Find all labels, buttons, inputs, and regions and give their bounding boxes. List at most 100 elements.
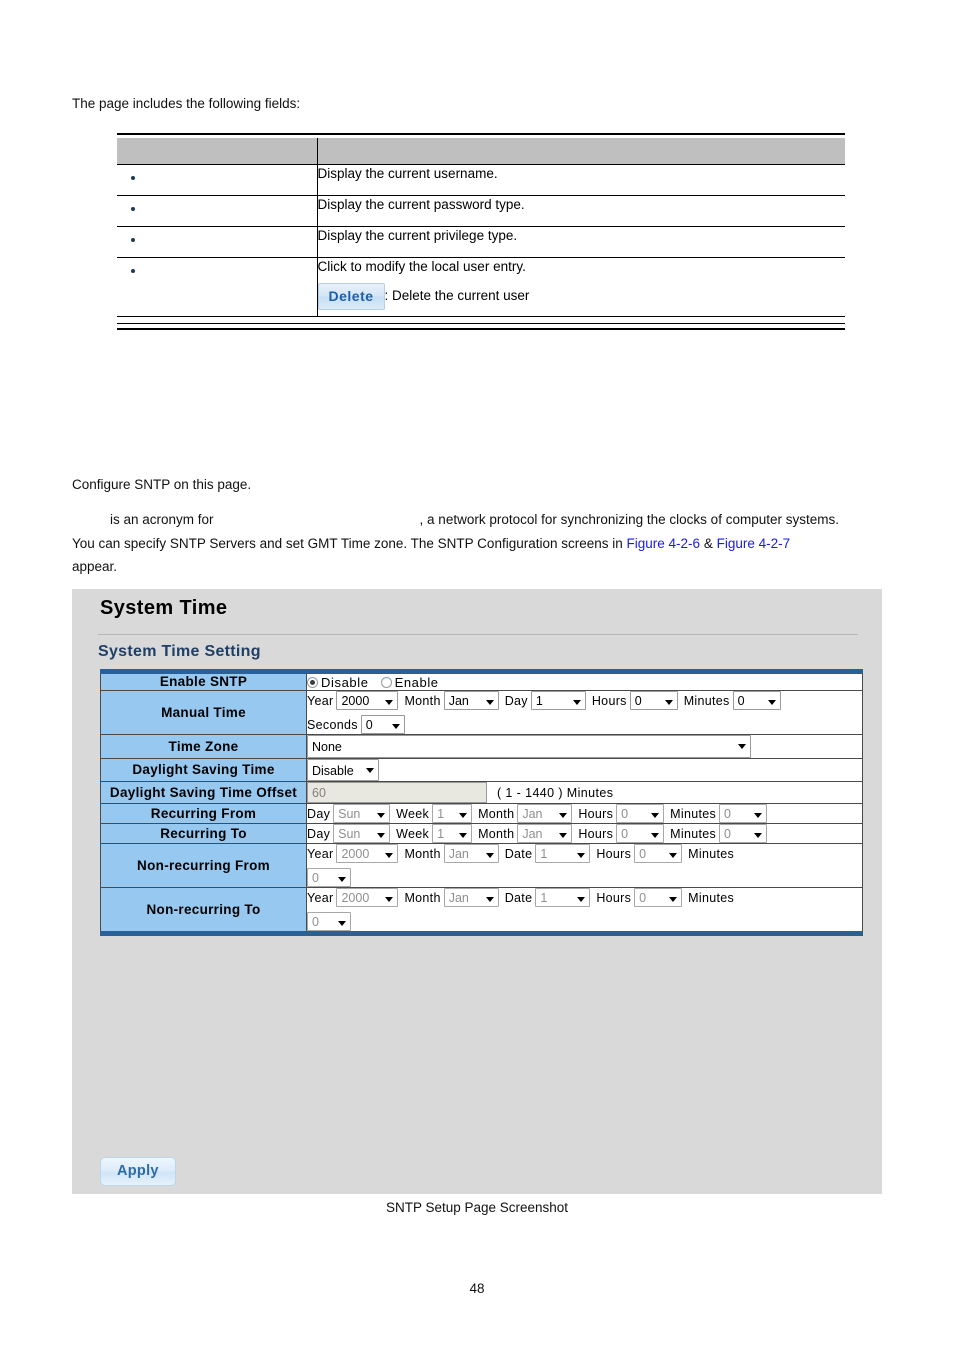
manual-minutes-label: Minutes	[683, 693, 730, 708]
label-recurring-from: Recurring From	[100, 803, 307, 824]
acronym-mid: is an acronym for	[110, 512, 214, 527]
manual-day-select[interactable]: 1	[530, 691, 586, 710]
manual-hours-select[interactable]: 0	[629, 691, 678, 710]
sntp-servers-text: You can specify SNTP Servers and set GMT…	[72, 536, 627, 551]
recurring-to-week-select[interactable]: 1	[432, 824, 473, 843]
recurring-from-hours-select[interactable]: 0	[616, 804, 665, 823]
manual-time-line1: Year 2000 Month Jan Day 1 Hours 0 Minutes 0	[307, 691, 862, 710]
delete-button[interactable]: Delete	[317, 283, 385, 310]
fields-table: Display the current username. Display th…	[117, 138, 845, 317]
label-non-recurring-from: Non-recurring From	[100, 843, 307, 888]
figure-caption: SNTP Setup Page Screenshot	[385, 1200, 569, 1215]
non-recurring-to-hours-label: Hours	[596, 890, 632, 905]
non-recurring-to-month-select[interactable]: Jan	[443, 888, 499, 907]
recurring-to-hours-select[interactable]: 0	[616, 824, 665, 843]
non-recurring-from-minutes-label: Minutes	[688, 846, 735, 861]
recurring-to-month-select[interactable]: Jan	[517, 824, 573, 843]
non-recurring-to-minutes-label: Minutes	[688, 890, 735, 905]
form-row-daylight-saving-time-offset: Daylight Saving Time Offset 60 ( 1 - 1440…	[100, 781, 863, 804]
value-enable-sntp: Disable Enable	[306, 671, 863, 691]
recurring-from-week-label: Week	[396, 806, 430, 821]
manual-hours-label: Hours	[591, 693, 627, 708]
table-header-row	[117, 138, 845, 165]
radio-disable-icon[interactable]	[307, 676, 318, 688]
table-row: Display the current privilege type.	[117, 226, 845, 258]
label-daylight-saving-time: Daylight Saving Time	[100, 758, 307, 782]
recurring-to-minutes-select[interactable]: 0	[719, 824, 768, 843]
radio-disable[interactable]: Disable	[307, 675, 369, 690]
value-daylight-saving-time-offset: 60 ( 1 - 1440 ) Minutes	[306, 781, 863, 804]
non-recurring-to-line1: Year 2000 Month Jan Date 1 Hours 0 Minutes	[307, 888, 862, 907]
non-recurring-from-year-label: Year	[307, 846, 334, 861]
value-time-zone: None	[306, 734, 863, 759]
time-zone-select[interactable]: None	[307, 735, 751, 758]
title-divider	[98, 634, 858, 635]
apply-button[interactable]: Apply	[100, 1157, 176, 1186]
recurring-from-minutes-select[interactable]: 0	[719, 804, 768, 823]
sntp-servers-paragraph: You can specify SNTP Servers and set GMT…	[72, 535, 790, 552]
non-recurring-to-year-select[interactable]: 2000	[336, 888, 399, 907]
row-object-cell	[117, 195, 318, 227]
label-manual-time: Manual Time	[100, 690, 307, 735]
non-recurring-to-hours-select[interactable]: 0	[634, 888, 683, 907]
manual-year-label: Year	[307, 693, 334, 708]
row-description: Click to modify the local user entry.	[317, 259, 526, 274]
manual-year-select[interactable]: 2000	[336, 691, 399, 710]
table-bottom-rule	[117, 323, 845, 330]
non-recurring-from-hours-label: Hours	[596, 846, 632, 861]
non-recurring-from-date-label: Date	[504, 846, 533, 861]
system-time-form: Enable SNTP Disable Enable Manual Time Ye…	[100, 669, 863, 936]
non-recurring-to-year-label: Year	[307, 890, 334, 905]
recurring-from-hours-label: Hours	[578, 806, 614, 821]
table-row: Display the current username.	[117, 164, 845, 196]
recurring-from-day-select[interactable]: Sun	[333, 804, 391, 823]
bullet-icon	[131, 269, 135, 273]
acronym-post: , a network protocol for synchronizing t…	[419, 512, 839, 527]
figure-4-2-6-link[interactable]: Figure 4-2-6	[627, 536, 701, 551]
non-recurring-from-year-select[interactable]: 2000	[336, 844, 399, 863]
recurring-to-hours-label: Hours	[578, 826, 614, 841]
recurring-to-day-select[interactable]: Sun	[333, 824, 391, 843]
row-object-cell	[117, 226, 318, 258]
form-row-non-recurring-to: Non-recurring To Year 2000 Month Jan Date 1 Ho…	[100, 887, 863, 934]
radio-enable-icon[interactable]	[380, 676, 392, 688]
recurring-from-week-select[interactable]: 1	[432, 804, 473, 823]
value-non-recurring-to: Year 2000 Month Jan Date 1 Hours 0 Minutes 0	[306, 887, 863, 934]
manual-seconds-select[interactable]: 0	[360, 715, 405, 734]
form-row-recurring-to: Recurring To Day Sun Week 1 Month Jan Hours 0 Mi…	[100, 823, 863, 844]
bullet-icon	[131, 238, 135, 242]
non-recurring-from-month-label: Month	[404, 846, 441, 861]
non-recurring-to-date-select[interactable]: 1	[535, 888, 591, 907]
daylight-saving-time-select[interactable]: Disable	[307, 759, 379, 781]
non-recurring-from-date-select[interactable]: 1	[535, 844, 591, 863]
recurring-from-minutes-label: Minutes	[670, 806, 717, 821]
figure-4-2-7-link[interactable]: Figure 4-2-7	[717, 536, 791, 551]
row-description: Display the current username.	[317, 164, 845, 196]
non-recurring-from-month-select[interactable]: Jan	[443, 844, 499, 863]
manual-month-select[interactable]: Jan	[443, 691, 499, 710]
recurring-from-month-select[interactable]: Jan	[517, 804, 573, 823]
manual-minutes-select[interactable]: 0	[732, 691, 781, 710]
daylight-saving-offset-hint: ( 1 - 1440 ) Minutes	[497, 785, 614, 800]
recurring-to-day-label: Day	[307, 826, 331, 841]
non-recurring-to-minutes-select[interactable]: 0	[307, 912, 351, 931]
non-recurring-from-minutes-select[interactable]: 0	[307, 868, 351, 887]
configure-sntp-line: Configure SNTP on this page.	[72, 477, 252, 492]
non-recurring-from-hours-select[interactable]: 0	[634, 844, 683, 863]
table-row: Display the current password type.	[117, 195, 845, 227]
value-daylight-saving-time: Disable	[306, 758, 863, 782]
form-row-recurring-from: Recurring From Day Sun Week 1 Month Jan Hours 0…	[100, 803, 863, 824]
intro-line: The page includes the following fields:	[72, 96, 301, 111]
label-time-zone: Time Zone	[100, 734, 307, 759]
acronym-paragraph: is an acronym for , a network protocol fo…	[72, 511, 839, 528]
recurring-to-minutes-label: Minutes	[670, 826, 717, 841]
row-object-cell	[117, 164, 318, 196]
header-cell-object	[117, 138, 317, 165]
daylight-saving-offset-input[interactable]: 60	[307, 782, 487, 803]
recurring-from-day-label: Day	[307, 806, 331, 821]
system-time-panel: System Time System Time Setting Enable S…	[72, 589, 882, 1194]
row-description: Display the current privilege type.	[317, 226, 845, 258]
radio-enable[interactable]: Enable	[380, 675, 439, 690]
label-enable-sntp: Enable SNTP	[100, 671, 307, 691]
form-row-daylight-saving-time: Daylight Saving Time Disable	[100, 758, 863, 782]
